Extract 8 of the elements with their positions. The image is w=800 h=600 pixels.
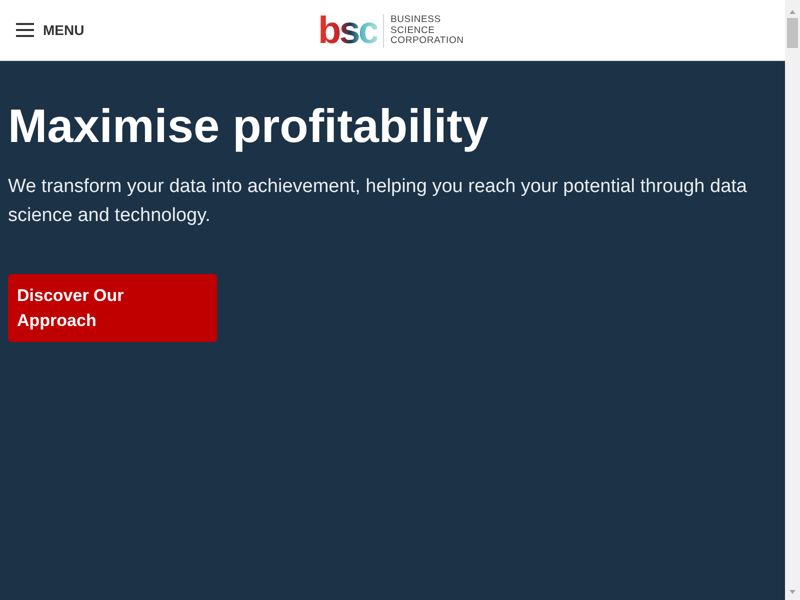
- menu-icon: [16, 23, 34, 37]
- headline: Maximise profitability: [8, 98, 490, 154]
- menu-button[interactable]: MENU: [16, 20, 84, 40]
- lead-paragraph: We transform your data into achievement, helping you reach your potential through data science and technology.: [8, 175, 748, 228]
- logo-wordmark: BUSINESS SCIENCE CORPORATION: [390, 15, 464, 47]
- logo[interactable]: bsc BUSINESS SCIENCE CORPORATION: [318, 12, 464, 50]
- discover-approach-button[interactable]: Discover Our Approach: [8, 274, 217, 342]
- scrollbar[interactable]: [785, 0, 800, 600]
